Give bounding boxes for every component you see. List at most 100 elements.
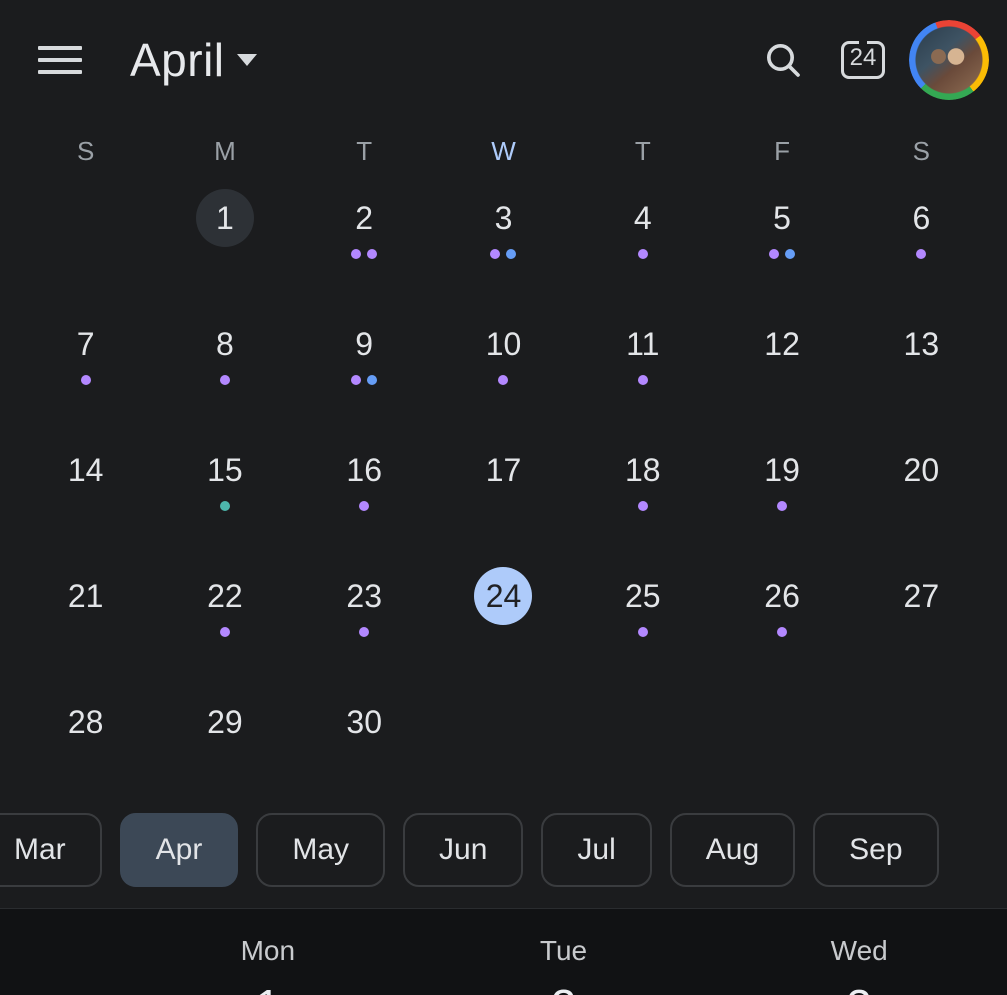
day-number: 13: [892, 315, 950, 373]
month-chip-may[interactable]: May: [256, 813, 385, 887]
day-cell[interactable]: 13: [852, 293, 991, 419]
day-number: 29: [196, 693, 254, 751]
event-dot: [490, 249, 500, 259]
day-cell[interactable]: 20: [852, 419, 991, 545]
day-number: 8: [196, 315, 254, 373]
week-day-column[interactable]: Wed 3: [711, 909, 1007, 995]
month-chip-mar[interactable]: Mar: [0, 813, 102, 887]
day-number: 24: [474, 567, 532, 625]
day-number: 9: [335, 315, 393, 373]
event-dot: [498, 375, 508, 385]
event-dot: [785, 249, 795, 259]
week-day-label: Wed: [831, 935, 888, 967]
day-cell[interactable]: 30: [295, 671, 434, 797]
dow-label: M: [155, 136, 294, 167]
event-dots: [638, 627, 648, 639]
event-dots: [220, 627, 230, 639]
day-number: 22: [196, 567, 254, 625]
month-chip-jul[interactable]: Jul: [541, 813, 651, 887]
dow-label: T: [573, 136, 712, 167]
day-cell[interactable]: 5: [712, 167, 851, 293]
day-number: 7: [57, 315, 115, 373]
event-dots: [777, 501, 787, 513]
event-dot: [359, 627, 369, 637]
day-cell[interactable]: 21: [16, 545, 155, 671]
day-number: 2: [335, 189, 393, 247]
day-cell[interactable]: 4: [573, 167, 712, 293]
day-cell[interactable]: 9: [295, 293, 434, 419]
day-cell[interactable]: 25: [573, 545, 712, 671]
week-day-column[interactable]: Mon 1: [120, 909, 416, 995]
day-cell[interactable]: 24: [434, 545, 573, 671]
event-dot: [220, 627, 230, 637]
day-cell[interactable]: 2: [295, 167, 434, 293]
event-dot: [220, 375, 230, 385]
event-dot: [367, 375, 377, 385]
day-number: 10: [474, 315, 532, 373]
event-dot: [506, 249, 516, 259]
day-number: 11: [614, 315, 672, 373]
day-cell[interactable]: 23: [295, 545, 434, 671]
day-cell[interactable]: 22: [155, 545, 294, 671]
day-cell[interactable]: 12: [712, 293, 851, 419]
dow-label: S: [852, 136, 991, 167]
day-number: 23: [335, 567, 393, 625]
menu-icon[interactable]: [38, 38, 82, 82]
day-cell[interactable]: 14: [16, 419, 155, 545]
month-chip-apr[interactable]: Apr: [120, 813, 239, 887]
dow-label: F: [712, 136, 851, 167]
event-dots: [220, 375, 230, 387]
day-number: 4: [614, 189, 672, 247]
event-dots: [638, 375, 648, 387]
month-chip-jun[interactable]: Jun: [403, 813, 523, 887]
day-cell[interactable]: 8: [155, 293, 294, 419]
day-cell[interactable]: 28: [16, 671, 155, 797]
event-dots: [351, 249, 377, 261]
event-dot: [367, 249, 377, 259]
day-cell[interactable]: 16: [295, 419, 434, 545]
day-cell[interactable]: 29: [155, 671, 294, 797]
day-number: 6: [892, 189, 950, 247]
day-number: 5: [753, 189, 811, 247]
day-number: 12: [753, 315, 811, 373]
week-day-label: Mon: [241, 935, 295, 967]
day-cell[interactable]: 7: [16, 293, 155, 419]
day-cell[interactable]: 15: [155, 419, 294, 545]
month-chip-aug[interactable]: Aug: [670, 813, 795, 887]
event-dots: [498, 375, 508, 387]
day-cell[interactable]: 27: [852, 545, 991, 671]
day-cell[interactable]: 18: [573, 419, 712, 545]
event-dots: [490, 249, 516, 261]
event-dot: [638, 375, 648, 385]
month-chip-sep[interactable]: Sep: [813, 813, 938, 887]
month-dropdown[interactable]: April: [130, 33, 257, 87]
week-day-number: 2: [551, 979, 577, 995]
calendar-today-icon: 24: [841, 41, 886, 79]
day-cell[interactable]: 11: [573, 293, 712, 419]
day-number: 20: [892, 441, 950, 499]
event-dots: [220, 501, 230, 513]
dow-label: S: [16, 136, 155, 167]
event-dots: [351, 375, 377, 387]
day-cell[interactable]: 10: [434, 293, 573, 419]
week-day-column[interactable]: Tue 2: [416, 909, 712, 995]
day-number: 26: [753, 567, 811, 625]
event-dot: [638, 501, 648, 511]
day-number: 14: [57, 441, 115, 499]
account-avatar[interactable]: [919, 30, 979, 90]
day-cell[interactable]: 6: [852, 167, 991, 293]
day-cell[interactable]: 17: [434, 419, 573, 545]
search-icon[interactable]: [753, 30, 813, 90]
day-cell[interactable]: 3: [434, 167, 573, 293]
day-number: 30: [335, 693, 393, 751]
week-day-label: Tue: [540, 935, 587, 967]
dow-label: T: [295, 136, 434, 167]
day-cell[interactable]: 19: [712, 419, 851, 545]
day-cell[interactable]: 26: [712, 545, 851, 671]
event-dots: [638, 501, 648, 513]
week-day-number: 1: [255, 979, 281, 995]
event-dot: [638, 249, 648, 259]
day-cell[interactable]: 1: [155, 167, 294, 293]
today-button[interactable]: 24: [833, 30, 893, 90]
week-day-number: 3: [846, 979, 872, 995]
